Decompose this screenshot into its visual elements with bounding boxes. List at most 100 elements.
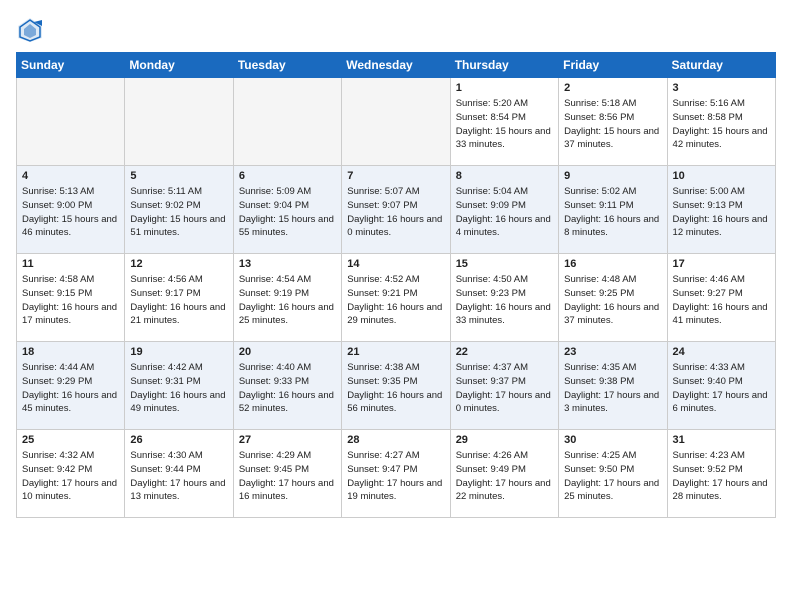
day-info: Sunrise: 4:23 AM Sunset: 9:52 PM Dayligh… (673, 449, 770, 504)
day-info: Sunrise: 4:25 AM Sunset: 9:50 PM Dayligh… (564, 449, 661, 504)
day-info: Sunrise: 5:02 AM Sunset: 9:11 PM Dayligh… (564, 185, 661, 240)
day-info: Sunrise: 5:00 AM Sunset: 9:13 PM Dayligh… (673, 185, 770, 240)
day-info: Sunrise: 4:33 AM Sunset: 9:40 PM Dayligh… (673, 361, 770, 416)
day-number: 6 (239, 170, 336, 182)
calendar-week-row: 4 Sunrise: 5:13 AM Sunset: 9:00 PM Daylig… (17, 166, 776, 254)
calendar-cell (233, 78, 341, 166)
day-info: Sunrise: 4:40 AM Sunset: 9:33 PM Dayligh… (239, 361, 336, 416)
day-number: 23 (564, 346, 661, 358)
day-info: Sunrise: 4:42 AM Sunset: 9:31 PM Dayligh… (130, 361, 227, 416)
day-number: 7 (347, 170, 444, 182)
day-info: Sunrise: 4:44 AM Sunset: 9:29 PM Dayligh… (22, 361, 119, 416)
logo-icon (16, 16, 44, 44)
day-number: 15 (456, 258, 553, 270)
calendar-cell: 23Sunrise: 4:35 AM Sunset: 9:38 PM Dayli… (559, 342, 667, 430)
day-info: Sunrise: 4:37 AM Sunset: 9:37 PM Dayligh… (456, 361, 553, 416)
calendar-cell: 31Sunrise: 4:23 AM Sunset: 9:52 PM Dayli… (667, 430, 775, 518)
day-number: 28 (347, 434, 444, 446)
day-number: 30 (564, 434, 661, 446)
day-info: Sunrise: 5:20 AM Sunset: 8:54 PM Dayligh… (456, 97, 553, 152)
day-number: 12 (130, 258, 227, 270)
day-info: Sunrise: 4:50 AM Sunset: 9:23 PM Dayligh… (456, 273, 553, 328)
weekday-header: Saturday (667, 53, 775, 78)
day-info: Sunrise: 5:13 AM Sunset: 9:00 PM Dayligh… (22, 185, 119, 240)
logo (16, 16, 48, 44)
day-number: 18 (22, 346, 119, 358)
day-number: 24 (673, 346, 770, 358)
weekday-header: Friday (559, 53, 667, 78)
calendar-cell (342, 78, 450, 166)
weekday-header: Sunday (17, 53, 125, 78)
calendar-week-row: 25Sunrise: 4:32 AM Sunset: 9:42 PM Dayli… (17, 430, 776, 518)
calendar-cell: 22 Sunrise: 4:37 AM Sunset: 9:37 PM Dayli… (450, 342, 558, 430)
calendar-cell: 10 Sunrise: 5:00 AM Sunset: 9:13 PM Dayli… (667, 166, 775, 254)
weekday-header: Wednesday (342, 53, 450, 78)
day-info: Sunrise: 4:54 AM Sunset: 9:19 PM Dayligh… (239, 273, 336, 328)
calendar-cell (125, 78, 233, 166)
calendar-cell: 12 Sunrise: 4:56 AM Sunset: 9:17 PM Dayli… (125, 254, 233, 342)
calendar-cell: 14 Sunrise: 4:52 AM Sunset: 9:21 PM Dayli… (342, 254, 450, 342)
day-info: Sunrise: 5:04 AM Sunset: 9:09 PM Dayligh… (456, 185, 553, 240)
calendar-cell: 26Sunrise: 4:30 AM Sunset: 9:44 PM Dayli… (125, 430, 233, 518)
day-number: 27 (239, 434, 336, 446)
calendar-cell: 1 Sunrise: 5:20 AM Sunset: 8:54 PM Daylig… (450, 78, 558, 166)
day-number: 9 (564, 170, 661, 182)
calendar-cell: 5Sunrise: 5:11 AM Sunset: 9:02 PM Daylig… (125, 166, 233, 254)
day-number: 20 (239, 346, 336, 358)
day-info: Sunrise: 4:26 AM Sunset: 9:49 PM Dayligh… (456, 449, 553, 504)
day-info: Sunrise: 4:38 AM Sunset: 9:35 PM Dayligh… (347, 361, 444, 416)
day-number: 25 (22, 434, 119, 446)
day-info: Sunrise: 4:27 AM Sunset: 9:47 PM Dayligh… (347, 449, 444, 504)
day-number: 26 (130, 434, 227, 446)
day-number: 14 (347, 258, 444, 270)
day-number: 11 (22, 258, 119, 270)
day-number: 16 (564, 258, 661, 270)
calendar-cell: 18 Sunrise: 4:44 AM Sunset: 9:29 PM Dayli… (17, 342, 125, 430)
calendar-cell: 11 Sunrise: 4:58 AM Sunset: 9:15 PM Dayli… (17, 254, 125, 342)
calendar-week-row: 11 Sunrise: 4:58 AM Sunset: 9:15 PM Dayli… (17, 254, 776, 342)
day-info: Sunrise: 5:11 AM Sunset: 9:02 PM Dayligh… (130, 185, 227, 240)
day-info: Sunrise: 5:07 AM Sunset: 9:07 PM Dayligh… (347, 185, 444, 240)
calendar-cell: 28 Sunrise: 4:27 AM Sunset: 9:47 PM Dayli… (342, 430, 450, 518)
calendar-cell: 7 Sunrise: 5:07 AM Sunset: 9:07 PM Daylig… (342, 166, 450, 254)
calendar-week-row: 18 Sunrise: 4:44 AM Sunset: 9:29 PM Dayli… (17, 342, 776, 430)
calendar-cell: 16 Sunrise: 4:48 AM Sunset: 9:25 PM Dayli… (559, 254, 667, 342)
day-info: Sunrise: 4:58 AM Sunset: 9:15 PM Dayligh… (22, 273, 119, 328)
calendar-cell: 13 Sunrise: 4:54 AM Sunset: 9:19 PM Dayli… (233, 254, 341, 342)
calendar-cell: 24 Sunrise: 4:33 AM Sunset: 9:40 PM Dayli… (667, 342, 775, 430)
calendar-cell: 3Sunrise: 5:16 AM Sunset: 8:58 PM Daylig… (667, 78, 775, 166)
day-number: 13 (239, 258, 336, 270)
calendar-cell: 6 Sunrise: 5:09 AM Sunset: 9:04 PM Daylig… (233, 166, 341, 254)
day-number: 3 (673, 82, 770, 94)
calendar-cell: 25Sunrise: 4:32 AM Sunset: 9:42 PM Dayli… (17, 430, 125, 518)
calendar-cell: 15 Sunrise: 4:50 AM Sunset: 9:23 PM Dayli… (450, 254, 558, 342)
day-number: 22 (456, 346, 553, 358)
day-number: 21 (347, 346, 444, 358)
day-info: Sunrise: 5:18 AM Sunset: 8:56 PM Dayligh… (564, 97, 661, 152)
day-number: 1 (456, 82, 553, 94)
day-info: Sunrise: 4:56 AM Sunset: 9:17 PM Dayligh… (130, 273, 227, 328)
day-number: 19 (130, 346, 227, 358)
calendar-cell: 2Sunrise: 5:18 AM Sunset: 8:56 PM Daylig… (559, 78, 667, 166)
day-number: 8 (456, 170, 553, 182)
weekday-header: Thursday (450, 53, 558, 78)
calendar-cell: 27 Sunrise: 4:29 AM Sunset: 9:45 PM Dayli… (233, 430, 341, 518)
day-info: Sunrise: 4:29 AM Sunset: 9:45 PM Dayligh… (239, 449, 336, 504)
calendar-cell: 19 Sunrise: 4:42 AM Sunset: 9:31 PM Dayli… (125, 342, 233, 430)
day-number: 10 (673, 170, 770, 182)
calendar-cell: 20 Sunrise: 4:40 AM Sunset: 9:33 PM Dayli… (233, 342, 341, 430)
header-row: SundayMondayTuesdayWednesdayThursdayFrid… (17, 53, 776, 78)
calendar-body: 1 Sunrise: 5:20 AM Sunset: 8:54 PM Daylig… (17, 78, 776, 518)
weekday-header: Monday (125, 53, 233, 78)
day-info: Sunrise: 5:09 AM Sunset: 9:04 PM Dayligh… (239, 185, 336, 240)
day-info: Sunrise: 4:48 AM Sunset: 9:25 PM Dayligh… (564, 273, 661, 328)
calendar-table: SundayMondayTuesdayWednesdayThursdayFrid… (16, 52, 776, 518)
day-info: Sunrise: 4:52 AM Sunset: 9:21 PM Dayligh… (347, 273, 444, 328)
calendar-cell (17, 78, 125, 166)
calendar-cell: 4 Sunrise: 5:13 AM Sunset: 9:00 PM Daylig… (17, 166, 125, 254)
calendar-cell: 8 Sunrise: 5:04 AM Sunset: 9:09 PM Daylig… (450, 166, 558, 254)
day-number: 4 (22, 170, 119, 182)
weekday-header: Tuesday (233, 53, 341, 78)
day-number: 17 (673, 258, 770, 270)
calendar-cell: 9 Sunrise: 5:02 AM Sunset: 9:11 PM Daylig… (559, 166, 667, 254)
